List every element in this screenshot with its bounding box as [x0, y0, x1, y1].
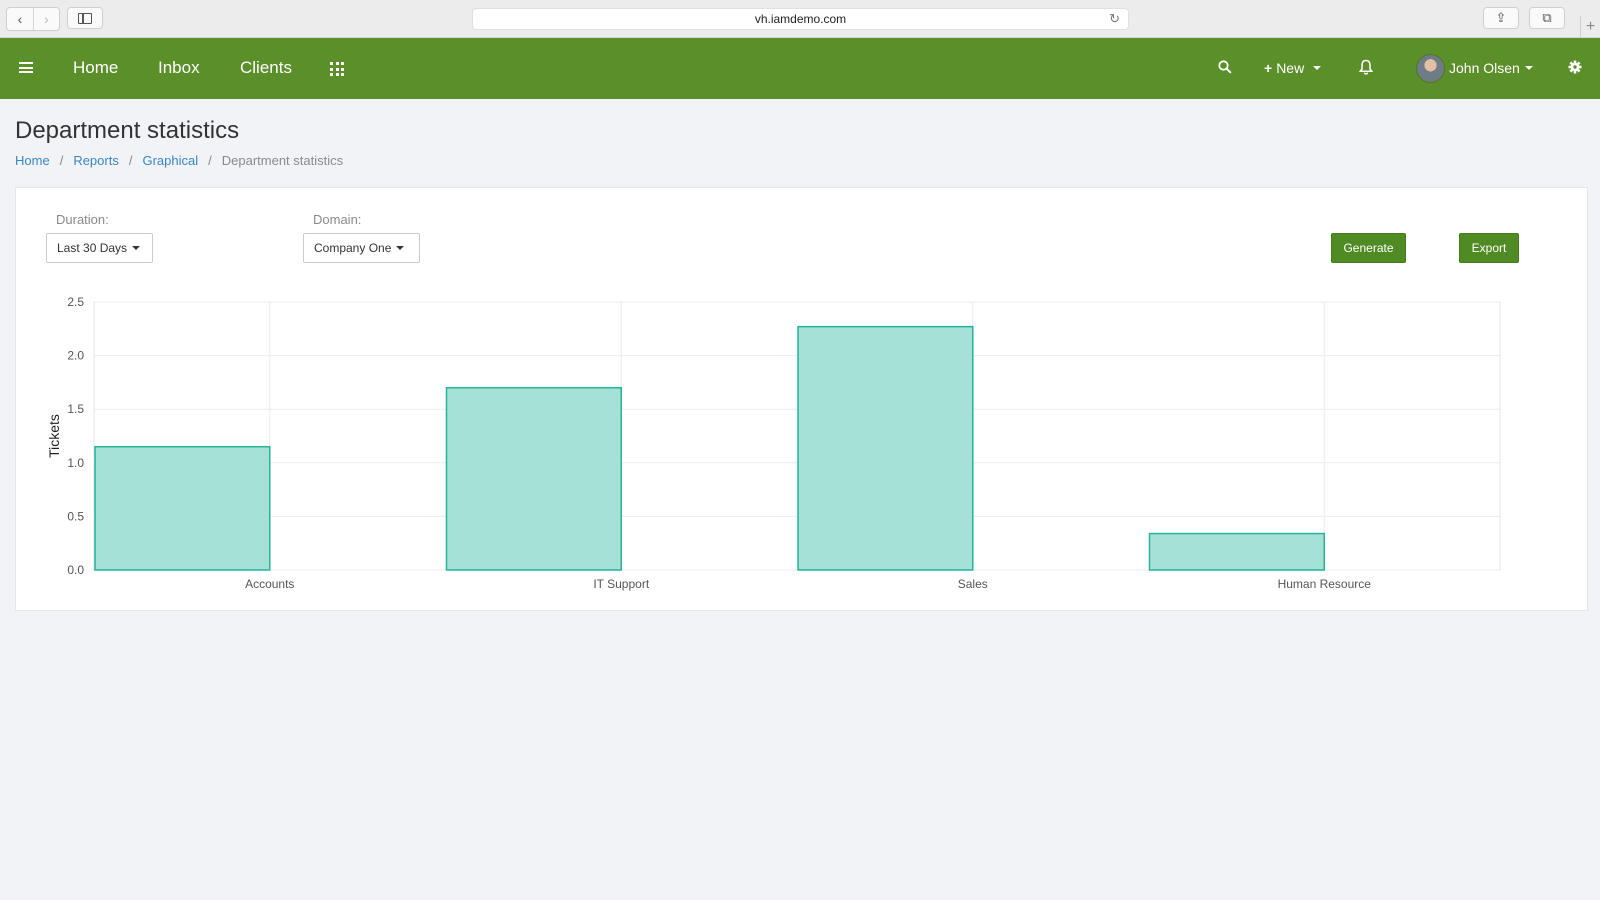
y-tick-label: 0.5	[67, 509, 84, 523]
y-tick-label: 1.0	[67, 456, 84, 470]
breadcrumb: Home / Reports / Graphical / Department …	[15, 153, 343, 168]
url-text: vh.iamdemo.com	[754, 12, 847, 26]
chevron-down-icon	[1313, 66, 1322, 70]
bar	[797, 325, 974, 571]
gear-icon[interactable]	[1568, 60, 1582, 74]
y-tick-label: 2.0	[67, 349, 84, 363]
nav-inbox[interactable]: Inbox	[158, 58, 200, 78]
x-tick-label: Human Resource	[1278, 577, 1372, 591]
chevron-down-icon	[1524, 66, 1533, 70]
y-tick-label: 2.5	[67, 295, 84, 309]
address-bar[interactable]: vh.iamdemo.com ↻	[472, 8, 1129, 30]
nav-home[interactable]: Home	[73, 58, 118, 78]
nav-clients[interactable]: Clients	[240, 58, 292, 78]
bar	[445, 387, 622, 571]
x-tick-label: Accounts	[245, 577, 294, 591]
bar	[1148, 532, 1325, 571]
search-icon[interactable]	[1218, 60, 1232, 74]
page-title: Department statistics	[15, 117, 240, 144]
avatar[interactable]	[1416, 54, 1445, 83]
y-axis-label: Tickets	[46, 414, 62, 458]
breadcrumb-reports[interactable]: Reports	[73, 153, 119, 168]
apps-grid-icon[interactable]	[330, 62, 344, 76]
breadcrumb-separator: /	[128, 153, 133, 168]
plus-icon: +	[1264, 60, 1273, 76]
breadcrumb-current: Department statistics	[221, 153, 344, 168]
new-menu-label: New	[1276, 60, 1305, 76]
breadcrumb-separator: /	[208, 153, 212, 168]
plot-area	[93, 301, 1501, 571]
tabs-overview-icon[interactable]: ⧉	[1529, 7, 1565, 29]
breadcrumb-graphical[interactable]: Graphical	[142, 153, 198, 168]
new-tab-icon[interactable]: +	[1580, 16, 1600, 38]
report-panel: Duration: Last 30 Days Domain: Company O…	[15, 187, 1588, 611]
share-icon[interactable]: ⇪	[1483, 7, 1519, 29]
user-name: John Olsen	[1449, 60, 1520, 76]
bar	[94, 445, 271, 571]
bar-chart: 0.0 0.5 1.0 1.5 2.0 2.5 Accounts IT Support Sale…	[46, 295, 1501, 591]
new-menu-button[interactable]: + New	[1264, 60, 1322, 76]
main-navbar: Home Inbox Clients + New John Olsen	[0, 38, 1600, 99]
forward-icon[interactable]: ›	[33, 8, 59, 30]
y-tick-label: 1.5	[67, 402, 84, 416]
user-menu-button[interactable]: John Olsen	[1449, 60, 1533, 76]
x-tick-label: IT Support	[593, 577, 649, 591]
back-icon[interactable]: ‹	[7, 8, 33, 30]
x-tick-label: Sales	[958, 577, 988, 591]
sidebar-toggle-icon[interactable]	[67, 7, 103, 29]
browser-toolbar: ‹ › vh.iamdemo.com ↻ ⇪ ⧉ +	[0, 0, 1600, 38]
reload-icon[interactable]: ↻	[1109, 11, 1120, 27]
breadcrumb-separator: /	[59, 153, 64, 168]
bell-icon[interactable]	[1358, 59, 1374, 76]
breadcrumb-home[interactable]: Home	[15, 153, 50, 168]
menu-icon[interactable]	[19, 62, 33, 73]
browser-nav-buttons: ‹ ›	[6, 7, 60, 31]
y-tick-label: 0.0	[67, 563, 84, 577]
